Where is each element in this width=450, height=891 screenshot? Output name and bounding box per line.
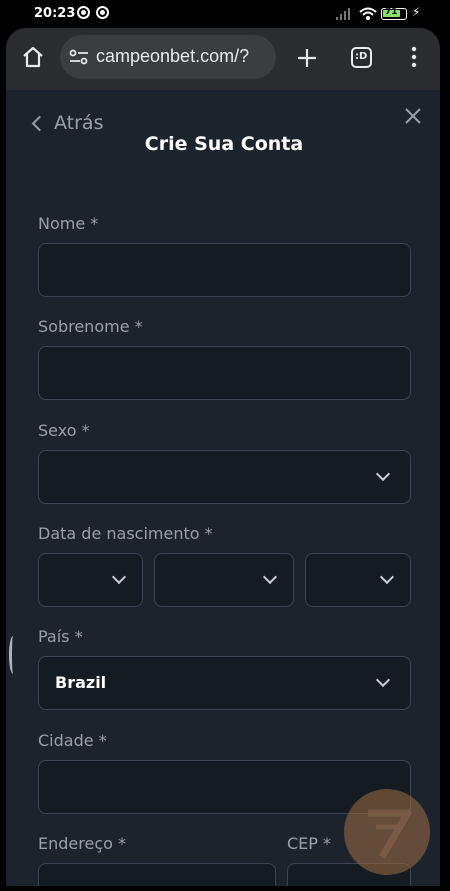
cidade-label: Cidade * (38, 731, 107, 750)
cep-label: CEP * (287, 834, 332, 853)
pais-label: País * (38, 627, 83, 646)
url-text: campeonbet.com/? (96, 46, 250, 66)
sobrenome-input[interactable] (38, 346, 411, 400)
nome-label: Nome * (38, 214, 99, 233)
battery-level: 71 (385, 7, 398, 17)
chevron-down-icon (111, 569, 127, 585)
pais-value: Brazil (55, 673, 107, 692)
birth-month-select[interactable] (154, 553, 294, 607)
sobrenome-label: Sobrenome * (38, 317, 143, 336)
battery-icon: 71 (381, 7, 407, 20)
endereco-label: Endereço * (38, 834, 126, 853)
back-label: Atrás (54, 112, 104, 134)
close-icon[interactable] (404, 107, 422, 125)
registration-page: Atrás Crie Sua Conta Nome * Sobrenome * … (6, 90, 440, 891)
tab-switcher-button[interactable]: :D (351, 47, 372, 68)
signal-icon (336, 8, 350, 20)
page-title: Crie Sua Conta (144, 133, 304, 155)
notification-icon (77, 6, 90, 19)
nascimento-label: Data de nascimento * (38, 524, 213, 543)
new-tab-icon[interactable] (296, 47, 318, 69)
address-bar[interactable]: campeonbet.com/? (60, 35, 276, 79)
site-settings-icon[interactable] (69, 49, 89, 65)
nav-bar (0, 886, 450, 891)
status-bar: 20:23 71 ⚡ (0, 0, 450, 28)
logo-7-icon (368, 809, 412, 859)
sexo-select[interactable] (38, 450, 411, 504)
home-icon[interactable] (21, 45, 45, 69)
back-chevron-icon (31, 115, 48, 132)
tab-count: :D (355, 51, 368, 62)
pais-select[interactable]: Brazil (38, 656, 411, 710)
more-menu-icon[interactable] (410, 46, 418, 68)
notification-icon (96, 6, 109, 19)
nome-input[interactable] (38, 243, 411, 297)
chevron-down-icon (375, 672, 391, 688)
watermark-logo (344, 789, 430, 875)
chevron-down-icon (379, 569, 395, 585)
birth-day-select[interactable] (38, 553, 143, 607)
back-gesture-indicator (9, 636, 17, 674)
chevron-down-icon (375, 466, 391, 482)
chevron-down-icon (262, 569, 278, 585)
wifi-icon (359, 7, 377, 20)
birth-year-select[interactable] (305, 553, 411, 607)
charging-icon: ⚡ (412, 5, 421, 19)
sexo-label: Sexo * (38, 421, 90, 440)
status-time: 20:23 (34, 6, 76, 21)
